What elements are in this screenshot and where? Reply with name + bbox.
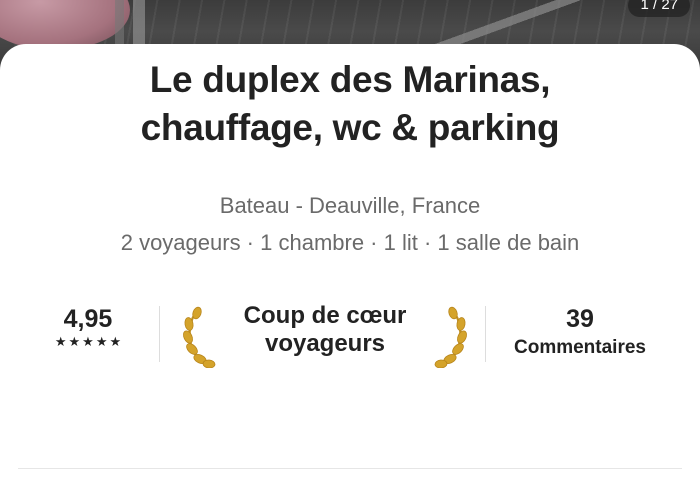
photo-detail xyxy=(115,0,145,50)
star-icon: ★ xyxy=(95,334,108,349)
star-icon: ★ xyxy=(109,334,122,349)
listing-stats: 4,95 ★ ★ ★ ★ ★ Coup de cœur voyageurs 39… xyxy=(0,300,700,370)
star-icon: ★ xyxy=(82,334,94,349)
guest-favorite-line2: voyageurs xyxy=(264,330,386,357)
guest-favorite-badge: Coup de cœur voyageurs xyxy=(180,300,470,370)
stats-divider xyxy=(485,306,486,362)
laurel-right-icon xyxy=(434,306,467,368)
stats-divider xyxy=(159,306,160,362)
laurel-left-icon xyxy=(183,306,216,368)
rating-block[interactable]: 4,95 ★ ★ ★ ★ ★ xyxy=(38,304,138,349)
reviews-link[interactable]: 39 Commentaires xyxy=(500,304,660,360)
photo-counter: 1 / 27 xyxy=(628,0,690,17)
photo-subject xyxy=(0,0,130,50)
star-icon: ★ xyxy=(68,334,81,349)
rating-stars: ★ ★ ★ ★ ★ xyxy=(38,335,138,349)
rating-value: 4,95 xyxy=(63,305,113,333)
star-icon: ★ xyxy=(54,334,67,349)
reviews-count: 39 xyxy=(566,305,594,333)
listing-title-line1: Le duplex des Marinas, xyxy=(149,59,551,100)
reviews-label: Commentaires xyxy=(514,337,646,358)
listing-title: Le duplex des Marinas, chauffage, wc & p… xyxy=(0,56,700,152)
guest-favorite-line1: Coup de cœur xyxy=(243,302,407,329)
listing-location: Bateau - Deauville, France xyxy=(219,193,481,218)
section-divider xyxy=(18,468,682,469)
guest-favorite-label: Coup de cœur voyageurs xyxy=(220,302,430,358)
listing-title-line2: chauffage, wc & parking xyxy=(140,107,560,148)
listing-details: 2 voyageurs · 1 chambre · 1 lit · 1 sall… xyxy=(120,230,580,255)
